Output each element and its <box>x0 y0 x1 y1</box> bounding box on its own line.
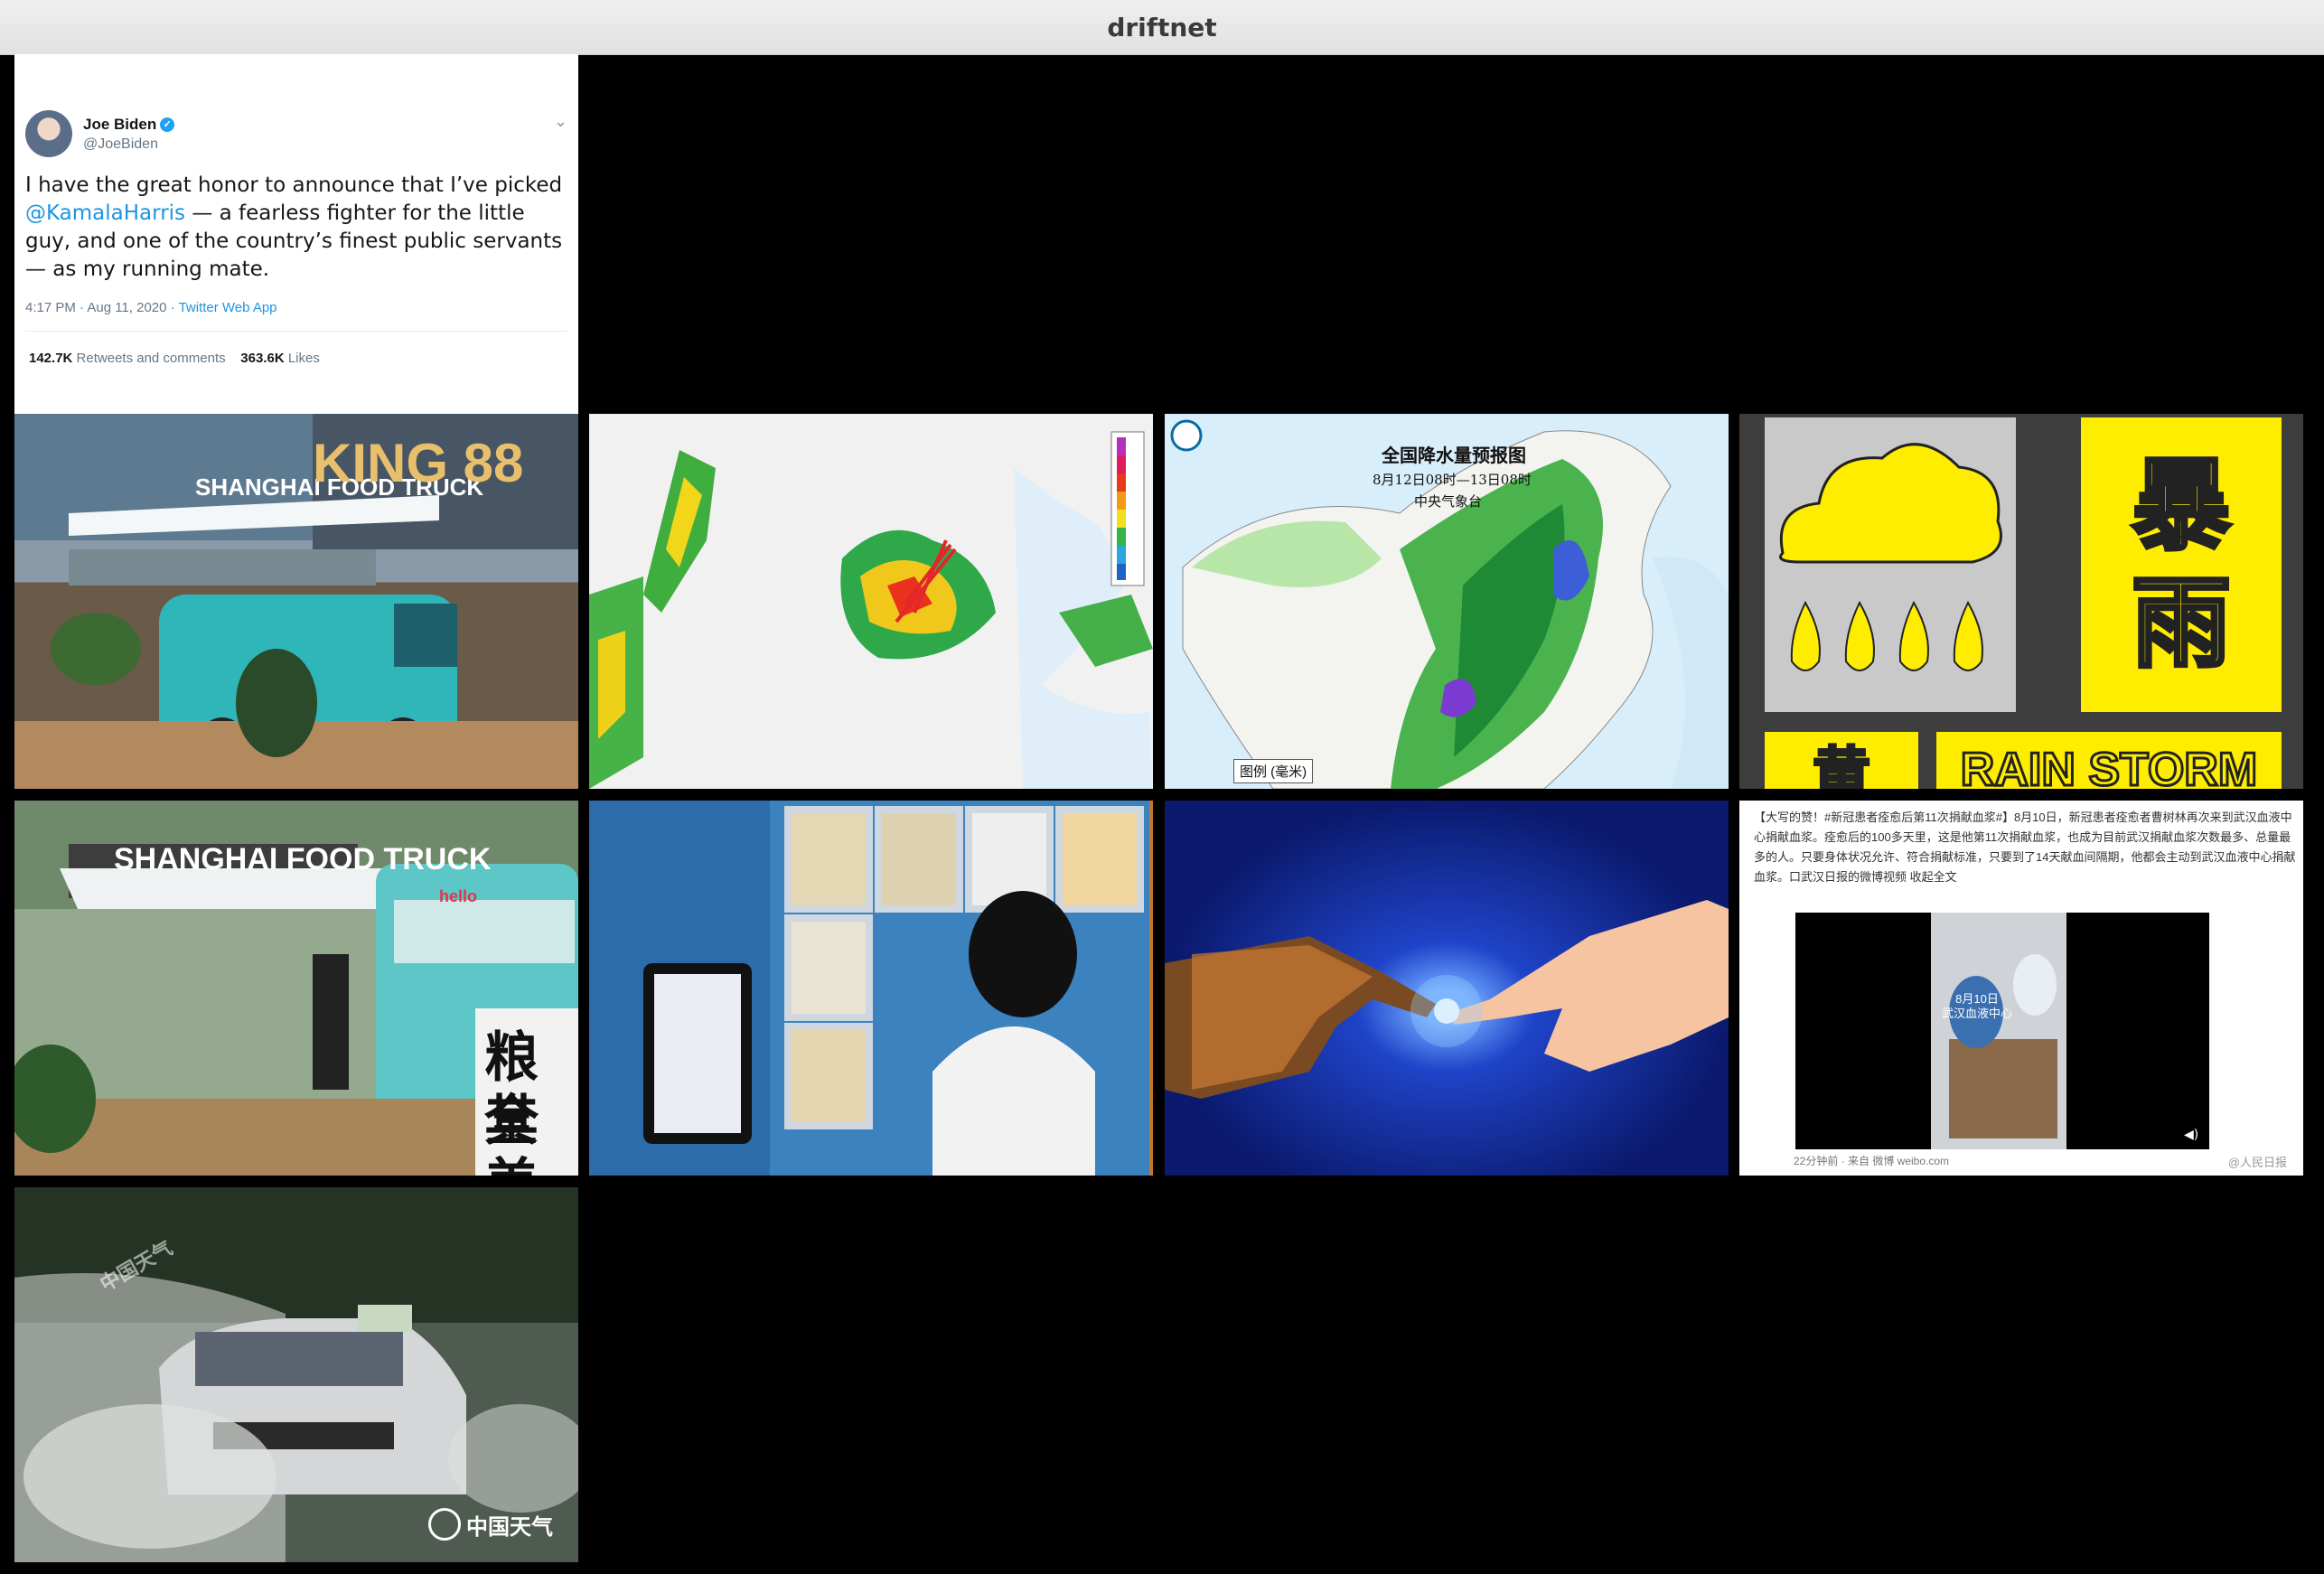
chevron-down-icon: ⌄ <box>553 112 567 130</box>
image-smart-locker[interactable] <box>589 801 1153 1176</box>
video-frame: ◀) <box>1795 913 2209 1149</box>
truck-sign: SHANGHAI FOOD TRUCK <box>114 842 492 876</box>
window-titlebar[interactable]: driftnet <box>0 0 2324 55</box>
divider <box>25 331 567 332</box>
image-car-splash[interactable]: 中国天气 中国天气 <box>14 1187 578 1562</box>
map-legend: 图例 (毫米) <box>1233 759 1314 783</box>
image-rainstorm-warning-sign[interactable]: 暴 雨 黄 RAIN STORM <box>1739 414 2303 789</box>
video-caption: 8月10日 武汉血液中心 <box>1942 992 2013 1020</box>
tweet-header: Joe Biden ✓ @JoeBiden <box>25 110 175 157</box>
weibo-post-text: 【大写的赞！#新冠患者痊愈后第11次捐献血浆#】8月10日，新冠患者痊愈者曹树林… <box>1754 810 2296 884</box>
map-subtitle: 8月12日08时—13日08时 <box>1373 472 1532 488</box>
smart-locker-scene <box>589 801 1153 1176</box>
weather-logo-icon <box>428 1508 461 1541</box>
tweet-author-name: Joe Biden <box>83 115 157 133</box>
warning-english-label: RAIN STORM <box>1936 732 2282 789</box>
image-weibo-post[interactable]: 【大写的赞！#新冠患者痊愈后第11次捐献血浆#】8月10日，新冠患者痊愈者曹树林… <box>1739 801 2303 1176</box>
truck-brand: hello <box>439 887 478 905</box>
verified-icon: ✓ <box>160 117 175 132</box>
car-splash-scene <box>14 1187 578 1562</box>
hands-illustration <box>1165 900 1729 1099</box>
weibo-footer: 22分钟前 · 来自 微博 weibo.com <box>1794 1155 1950 1167</box>
cloud-rain-panel <box>1765 417 2016 712</box>
image-rainfall-forecast-map[interactable]: 全国降水量预报图 8月12日08时—13日08时 中央气象台 图例 (毫米) <box>1165 414 1729 789</box>
tweet-meta: 4:17 PM · Aug 11, 2020 · Twitter Web App <box>25 300 277 315</box>
window-title: driftnet <box>1107 12 1217 42</box>
tweet-text: I have the great honor to announce that … <box>25 173 563 281</box>
car-watermark: 中国天气 <box>428 1508 553 1541</box>
warning-level-label: 黄 <box>1765 732 1918 789</box>
weibo-watermark: @人民日报 <box>2227 1156 2287 1169</box>
image-food-truck-closeup[interactable]: SHANGHAI FOOD TRUCK hello 粮全 其美 <box>14 801 578 1176</box>
map-organization: 中央气象台 <box>1414 493 1483 510</box>
image-tweet[interactable]: Joe Biden ✓ @JoeBiden ⌄ I have the great … <box>14 54 578 414</box>
image-robot-human-hands[interactable] <box>1165 801 1729 1176</box>
avatar <box>25 110 72 157</box>
side-text-2: 其美 <box>484 1091 539 1176</box>
tweet-stats: 142.7K Retweets and comments 363.6K Like… <box>29 351 320 366</box>
image-food-truck-street[interactable]: SHANGHAI FOOD TRUCK KING 88 <box>14 414 578 789</box>
weibo-video: ◀) <box>1795 913 2209 1149</box>
map-title: 全国降水量预报图 <box>1382 445 1526 466</box>
tweet-handle: @JoeBiden <box>83 136 158 152</box>
image-radar-map[interactable] <box>589 414 1153 789</box>
rain-cloud-icon <box>1779 443 2002 671</box>
tweet-mention: @KamalaHarris <box>25 201 186 225</box>
building-sign: KING 88 <box>313 433 524 493</box>
radar-map-graphic <box>589 414 1153 789</box>
svg-text:◀): ◀) <box>2184 1128 2198 1142</box>
warning-characters: 暴 雨 <box>2081 417 2282 712</box>
